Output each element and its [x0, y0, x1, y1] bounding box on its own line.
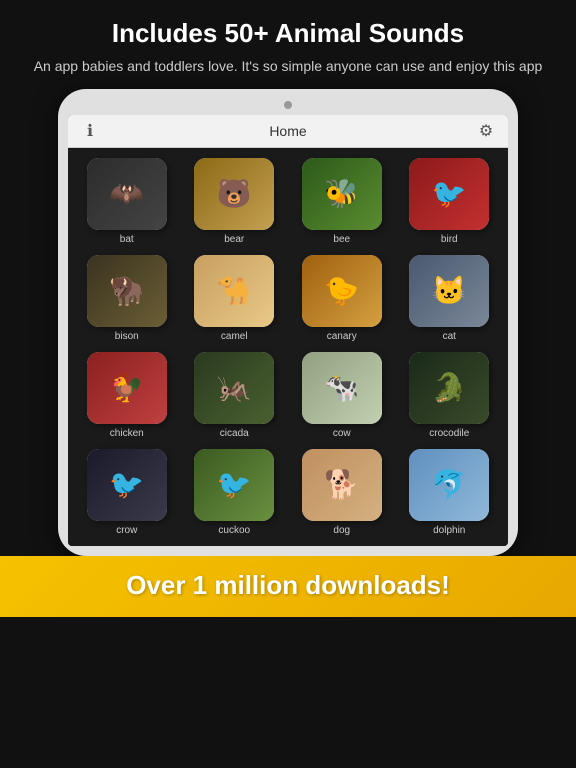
animal-item-bird[interactable]: 🐦 bird — [399, 158, 501, 245]
ipad-frame: ℹ Home ⚙ 🦇 bat 🐻 bear 🐝 bee 🐦 bird 🦬 bison 🐪 camel 🐤… — [58, 89, 518, 556]
animal-item-dolphin[interactable]: 🐬 dolphin — [399, 449, 501, 536]
animal-card-canary: 🐤 — [302, 255, 382, 327]
animal-item-chicken[interactable]: 🐓 chicken — [76, 352, 178, 439]
animal-label-crocodile: crocodile — [429, 428, 469, 439]
animal-card-bee: 🐝 — [302, 158, 382, 230]
animal-label-cat: cat — [443, 331, 456, 342]
animal-image-cow: 🐄 — [302, 352, 382, 424]
animal-card-chicken: 🐓 — [87, 352, 167, 424]
animal-label-bat: bat — [120, 234, 134, 245]
animal-label-cicada: cicada — [220, 428, 249, 439]
animal-card-crocodile: 🐊 — [409, 352, 489, 424]
info-icon[interactable]: ℹ — [80, 121, 100, 141]
animal-item-cuckoo[interactable]: 🐦 cuckoo — [184, 449, 286, 536]
animal-card-bear: 🐻 — [194, 158, 274, 230]
animal-image-crocodile: 🐊 — [409, 352, 489, 424]
animal-image-canary: 🐤 — [302, 255, 382, 327]
animal-label-bison: bison — [115, 331, 139, 342]
animal-item-dog[interactable]: 🐕 dog — [291, 449, 393, 536]
animal-item-crocodile[interactable]: 🐊 crocodile — [399, 352, 501, 439]
animal-label-bird: bird — [441, 234, 458, 245]
animal-item-cow[interactable]: 🐄 cow — [291, 352, 393, 439]
animal-grid: 🦇 bat 🐻 bear 🐝 bee 🐦 bird 🦬 bison 🐪 camel 🐤 canary 🐱 ca… — [68, 148, 508, 546]
animal-item-cicada[interactable]: 🦗 cicada — [184, 352, 286, 439]
animal-item-bison[interactable]: 🦬 bison — [76, 255, 178, 342]
animal-label-crow: crow — [116, 525, 137, 536]
animal-image-cicada: 🦗 — [194, 352, 274, 424]
animal-image-camel: 🐪 — [194, 255, 274, 327]
settings-icon[interactable]: ⚙ — [476, 121, 496, 141]
ipad-camera — [284, 101, 292, 109]
animal-image-bee: 🐝 — [302, 158, 382, 230]
animal-image-bat: 🦇 — [87, 158, 167, 230]
animal-card-crow: 🐦 — [87, 449, 167, 521]
top-section: Includes 50+ Animal Sounds An app babies… — [0, 0, 576, 89]
animal-item-bear[interactable]: 🐻 bear — [184, 158, 286, 245]
animal-item-bat[interactable]: 🦇 bat — [76, 158, 178, 245]
ipad-screen: ℹ Home ⚙ 🦇 bat 🐻 bear 🐝 bee 🐦 bird 🦬 bison 🐪 camel 🐤… — [68, 115, 508, 546]
animal-card-camel: 🐪 — [194, 255, 274, 327]
animal-card-bird: 🐦 — [409, 158, 489, 230]
animal-item-camel[interactable]: 🐪 camel — [184, 255, 286, 342]
animal-image-bird: 🐦 — [409, 158, 489, 230]
animal-label-dolphin: dolphin — [433, 525, 465, 536]
animal-image-bear: 🐻 — [194, 158, 274, 230]
bottom-banner: Over 1 million downloads! — [0, 556, 576, 617]
animal-label-dog: dog — [333, 525, 350, 536]
main-title: Includes 50+ Animal Sounds — [30, 18, 546, 49]
animal-card-cat: 🐱 — [409, 255, 489, 327]
animal-label-cuckoo: cuckoo — [218, 525, 250, 536]
animal-label-cow: cow — [333, 428, 351, 439]
animal-card-dog: 🐕 — [302, 449, 382, 521]
animal-image-cuckoo: 🐦 — [194, 449, 274, 521]
animal-item-canary[interactable]: 🐤 canary — [291, 255, 393, 342]
animal-image-bison: 🦬 — [87, 255, 167, 327]
animal-card-cicada: 🦗 — [194, 352, 274, 424]
animal-label-bee: bee — [333, 234, 350, 245]
animal-item-bee[interactable]: 🐝 bee — [291, 158, 393, 245]
animal-item-crow[interactable]: 🐦 crow — [76, 449, 178, 536]
animal-card-cow: 🐄 — [302, 352, 382, 424]
animal-card-bison: 🦬 — [87, 255, 167, 327]
animal-label-bear: bear — [224, 234, 244, 245]
app-header: ℹ Home ⚙ — [68, 115, 508, 148]
animal-card-dolphin: 🐬 — [409, 449, 489, 521]
animal-label-camel: camel — [221, 331, 248, 342]
animal-card-cuckoo: 🐦 — [194, 449, 274, 521]
animal-item-cat[interactable]: 🐱 cat — [399, 255, 501, 342]
animal-image-dolphin: 🐬 — [409, 449, 489, 521]
app-screen-title: Home — [100, 123, 476, 139]
subtitle: An app babies and toddlers love. It's so… — [30, 57, 546, 77]
animal-card-bat: 🦇 — [87, 158, 167, 230]
animal-label-chicken: chicken — [110, 428, 144, 439]
animal-image-dog: 🐕 — [302, 449, 382, 521]
animal-label-canary: canary — [327, 331, 357, 342]
animal-image-chicken: 🐓 — [87, 352, 167, 424]
animal-image-cat: 🐱 — [409, 255, 489, 327]
animal-image-crow: 🐦 — [87, 449, 167, 521]
downloads-text: Over 1 million downloads! — [20, 570, 556, 601]
